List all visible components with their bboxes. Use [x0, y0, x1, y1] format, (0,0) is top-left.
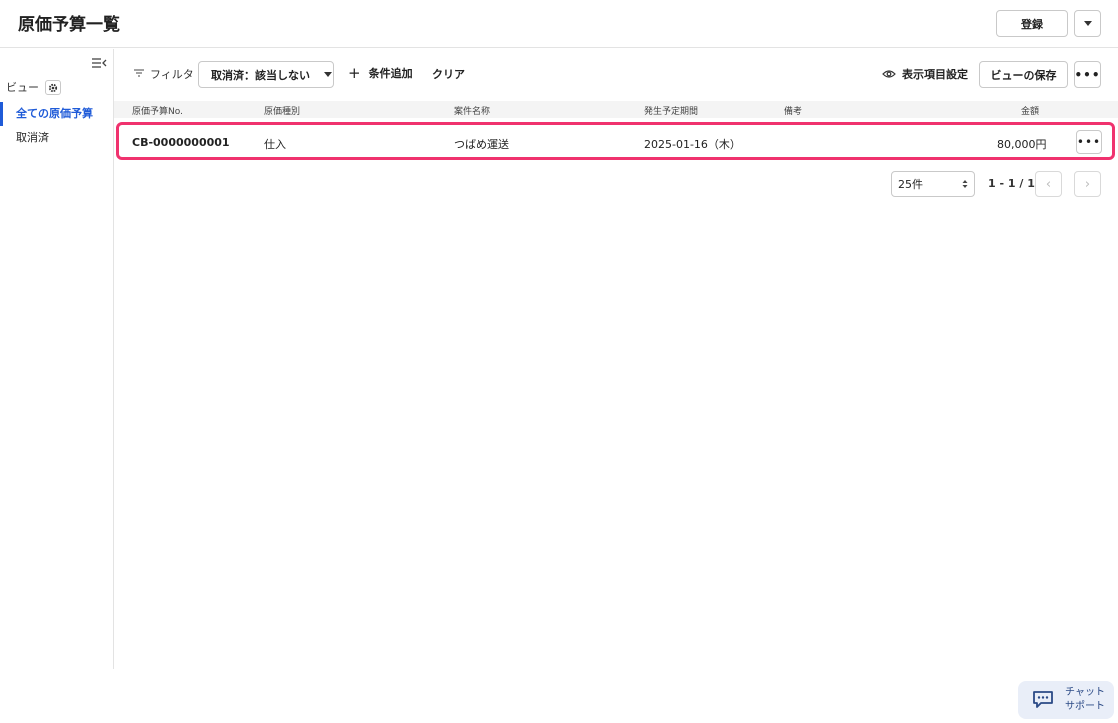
more-dots-icon: •••: [1074, 67, 1101, 82]
cell-period: 2025-01-16（木）: [644, 138, 741, 151]
column-header-amount[interactable]: 金額: [1021, 104, 1039, 117]
save-view-button[interactable]: ビューの保存: [979, 61, 1068, 88]
sort-arrows-icon: [962, 180, 968, 188]
sidebar-item-cancelled[interactable]: 取消済: [0, 126, 113, 150]
view-label: ビュー: [6, 81, 39, 94]
register-dropdown-button[interactable]: [1074, 10, 1101, 37]
cell-cost-type: 仕入: [264, 138, 286, 151]
filter-chip-label: 取消済：該当しない: [211, 68, 310, 82]
page-size-value: 25件: [898, 178, 923, 191]
chat-label-line1: チャット: [1065, 687, 1105, 698]
pagination-info: 1 - 1 / 1: [988, 177, 1035, 190]
filter-icon: [134, 69, 144, 77]
column-header-period[interactable]: 発生予定期間: [644, 104, 698, 117]
more-dots-icon: •••: [1076, 135, 1102, 149]
cell-project-name: つばめ運送: [454, 138, 509, 151]
more-options-button[interactable]: •••: [1074, 61, 1101, 88]
next-page-button[interactable]: ›: [1074, 171, 1101, 197]
table-row[interactable]: CB-0000000001 仕入 つばめ運送 2025-01-16（木） 80,…: [116, 122, 1115, 160]
page-size-select[interactable]: 25件: [891, 171, 975, 197]
chevron-down-icon: [324, 72, 332, 77]
column-header-note[interactable]: 備考: [784, 104, 802, 117]
eye-icon: [882, 70, 896, 78]
register-button[interactable]: 登録: [996, 10, 1068, 37]
display-settings-button[interactable]: 表示項目設定: [882, 66, 968, 82]
previous-page-button[interactable]: ‹: [1035, 171, 1062, 197]
cell-amount: 80,000円: [997, 138, 1047, 151]
chat-support-label: チャット サポート: [1063, 686, 1107, 714]
sidebar: ビュー 全ての原価予算 取消済: [0, 49, 114, 669]
plus-icon: +: [348, 63, 361, 82]
sidebar-item-all-cost-budgets[interactable]: 全ての原価予算: [0, 102, 113, 126]
chat-bubble-icon: [1033, 691, 1053, 708]
page-header: 原価予算一覧 登録: [0, 0, 1118, 48]
add-condition-label: 条件追加: [368, 67, 413, 80]
view-settings-button[interactable]: [45, 80, 61, 95]
column-header-project[interactable]: 案件名称: [454, 104, 490, 117]
chevron-right-icon: ›: [1084, 176, 1091, 192]
gear-icon: [48, 83, 58, 92]
column-header-type[interactable]: 原価種別: [264, 104, 300, 117]
add-condition-button[interactable]: + 条件追加: [348, 65, 413, 81]
row-more-button[interactable]: •••: [1076, 130, 1102, 154]
chat-label-line2: サポート: [1065, 701, 1105, 712]
cell-budget-no[interactable]: CB-0000000001: [132, 136, 230, 149]
filter-label: フィルタ: [150, 68, 194, 81]
column-header-no[interactable]: 原価予算No.: [132, 104, 183, 117]
filter-chip-cancelled[interactable]: 取消済：該当しない: [198, 61, 334, 88]
chevron-down-icon: [1083, 21, 1092, 26]
sidebar-collapse-icon[interactable]: [91, 57, 107, 71]
page-title: 原価予算一覧: [18, 15, 120, 35]
chevron-left-icon: ‹: [1045, 176, 1052, 192]
clear-button[interactable]: クリア: [432, 66, 465, 82]
table-header: 原価予算No. 原価種別 案件名称 発生予定期間 備考 金額: [114, 101, 1118, 118]
chat-support-button[interactable]: チャット サポート: [1018, 681, 1114, 719]
display-settings-label: 表示項目設定: [902, 68, 968, 81]
